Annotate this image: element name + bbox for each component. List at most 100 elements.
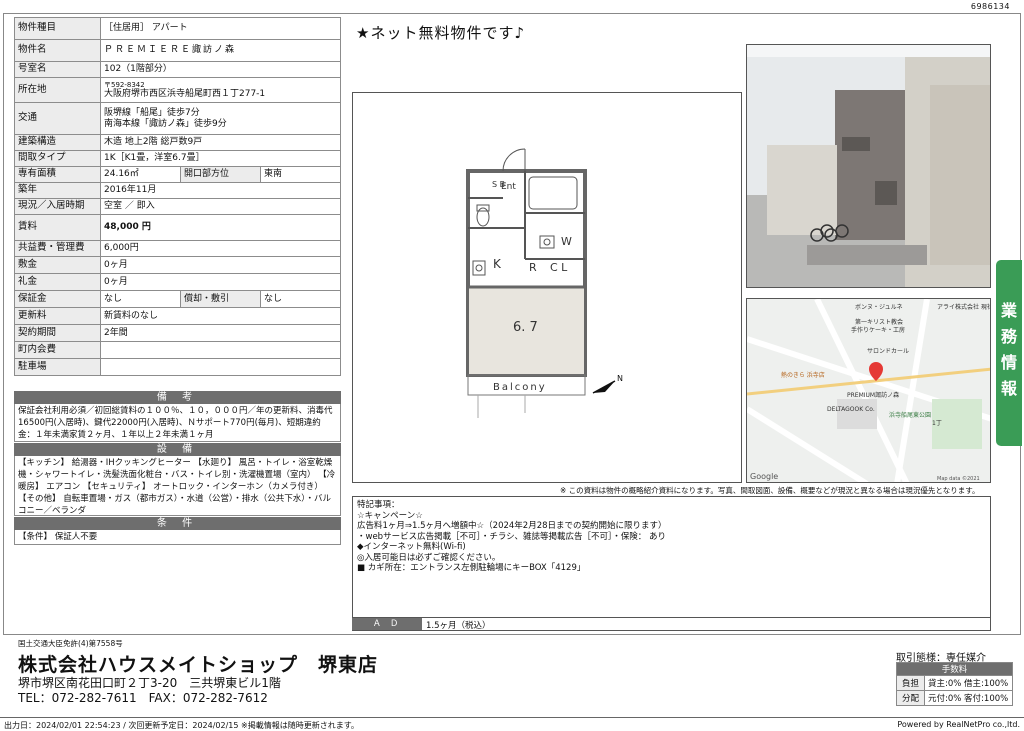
fee-label-split: 分配 [896,690,925,706]
label-term: 契約期間 [14,324,101,342]
map-label-5: サロンドカール [867,348,909,355]
map-data-credit: Map data ©2021 [937,475,980,482]
license-number: 国土交通大臣免許(4)第7558号 [18,639,123,648]
value-deposit: 0ヶ月 [100,256,341,274]
fp-north: N [617,374,623,383]
fee-label-burden: 負担 [896,675,925,691]
powered-by: Powered by RealNetPro co.,ltd. [897,720,1020,729]
fp-k: K [493,257,502,271]
map-label-8: DELTAGOOK Co. [827,406,875,413]
value-fee: 6,000円 [100,240,341,257]
value-type: ［住居用］ アパート [100,17,341,40]
label-type: 物件種目 [14,17,101,40]
fee-title: 手数料 [896,662,1013,676]
label-built: 築年 [14,182,101,199]
value-parking [100,358,341,376]
notes-line-5: ◆インターネット無料(Wi-fi) [357,542,466,552]
map-label-2: アライ株式会社 現社屋 [937,303,991,311]
fee-table: 手数料 負担 貸主:0% 借主:100% 分配 元付:0% 客付:100% [896,662,1013,706]
value-community-fee [100,341,341,359]
fee-value-split: 元付:0% 客付:100% [924,690,1013,706]
label-rent: 賃料 [14,214,101,241]
ad-row: Ａ Ｄ 1.5ヶ月（税込） [352,617,991,631]
output-dates: 出力日：2024/02/01 22:54:23 / 次回更新予定日：2024/0… [4,721,359,730]
map-label-9: 浜寺船尾東公園 [889,411,931,419]
label-area: 専有面積 [14,166,101,183]
special-notes-box: 特記事項： ☆キャンペーン☆ 広告料1ヶ月⇒1.5ヶ月へ増額中☆（2024年2月… [352,496,991,631]
map-label-3: 第一キリスト教会 [855,318,903,326]
fee-value-burden: 貸主:0% 借主:100% [924,675,1013,691]
side-badge: 業務情報 [996,260,1022,446]
equipment-header: 設 備 [14,443,341,456]
label-name: 物件名 [14,39,101,62]
label-deposit: 敷金 [14,256,101,274]
notes-line-7: ■ カギ所在：エントランス左側駐輪場にキーBOX「4129」 [357,563,586,573]
value-rent: 48,000 円 [100,214,341,241]
fp-balcony: Balcony [493,382,547,393]
map-label-10: 1丁 [932,420,942,427]
side-badge-label: 業務情報 [1001,301,1018,398]
value-status: 空室 ／ 即入 [100,198,341,215]
ad-value: 1.5ヶ月（税込） [426,621,491,631]
map-label-4: 手作りケーキ・工房 [851,326,905,334]
label-community-fee: 町内会費 [14,341,101,359]
footer-divider [0,717,1024,718]
floor-plan: S B Ent K R C L W 6. 7 Balcony N [352,92,742,483]
company-name: 株式会社ハウスメイトショップ 堺東店 [18,654,379,676]
disclaimer-note: ※ この資料は物件の概略紹介資料になります。写真、間取図面、設備、概要などが現況… [560,486,980,495]
label-amortization: 償却・敷引 [180,290,261,308]
label-status: 現況／入居時期 [14,198,101,215]
north-arrow-icon: N [592,374,623,394]
label-structure: 建築構造 [14,134,101,151]
value-built: 2016年11月 [100,182,341,199]
notes-line-4: ・webサービス広告掲載［不可］・チラシ、雑誌等掲載広告［不可］・保険： あり [357,531,666,542]
catch-copy: ★ネット無料物件です♪ [356,24,526,42]
notes-line-3: 広告料1ヶ月⇒1.5ヶ月へ増額中☆（2024年2月28日までの契約開始に限ります… [357,521,667,531]
value-direction: 東南 [260,166,341,183]
conditions-header: 条 件 [14,517,341,530]
value-keymoney: 0ヶ月 [100,273,341,291]
fp-r: R [529,261,537,274]
conditions-text: 【条件】 保証人不要 [14,530,341,545]
fp-w: W [561,235,572,248]
exterior-photo [746,44,991,288]
value-renewal: 新賃料のなし [100,307,341,325]
value-room: 102（1階部分） [100,61,341,78]
fp-ent: Ent [501,182,516,192]
label-renewal: 更新料 [14,307,101,325]
notes-line-1: 特記事項： [357,500,400,510]
label-access: 交通 [14,102,101,135]
value-amortization: なし [260,290,341,308]
value-zip: 〒592-8342 [104,80,145,89]
company-tel: TEL：072-282-7611 FAX：072-282-7612 [18,691,268,705]
fp-cl: C L [550,261,568,274]
value-access-2: 南海本線「諏訪ノ森」徒歩9分 [104,118,227,129]
label-direction: 開口部方位 [180,166,261,183]
label-parking: 駐車場 [14,358,101,376]
equipment-text: 【キッチン】 給湯器・IHクッキングヒーター 【水廻り】 風呂・トイレ・浴室乾燥… [14,456,341,516]
label-fee: 共益費・管理費 [14,240,101,257]
remarks-text: 保証会社利用必須／初回総賃料の１００％、１０，０００円／年の更新料、消毒代165… [14,404,341,442]
value-address: 大阪府堺市西区浜寺船尾町西１丁277-1 [104,88,266,99]
label-keymoney: 礼金 [14,273,101,291]
value-access-1: 阪堺線「船尾」徒歩7分 [104,108,200,119]
value-structure: 木造 地上2階 総戸数9戸 [100,134,341,151]
value-guarantee: なし [100,290,181,308]
property-spec-table: 物件種目 ［住居用］ アパート 物件名 ＰＲＥＭＩＥＲＥ諏訪ノ森 号室名 102（1階… [14,17,341,376]
value-area: 24.16㎡ [100,166,181,183]
map-label-7: PREMIUM諏訪ノ森 [847,391,899,399]
label-guarantee: 保証金 [14,290,101,308]
map-label-1: ボンヌ・ジュルネ [855,303,903,311]
map-google-logo: Google [750,472,778,481]
label-address: 所在地 [14,77,101,103]
location-map: ボンヌ・ジュルネ アライ株式会社 現社屋 第一キリスト教会 手作りケーキ・工房 … [746,298,991,483]
ad-label: Ａ Ｄ [352,618,422,630]
value-layout: 1K［K1畳，洋室6.7畳］ [100,150,341,167]
label-room: 号室名 [14,61,101,78]
notes-line-2: ☆キャンペーン☆ [357,510,423,521]
remarks-header: 備 考 [14,391,341,404]
notes-line-6: ◎入居可能日は必ずご確認ください。 [357,552,501,563]
label-layout: 間取タイプ [14,150,101,167]
document-id: 6986134 [970,2,1010,11]
fp-room-size: 6. 7 [513,320,538,335]
